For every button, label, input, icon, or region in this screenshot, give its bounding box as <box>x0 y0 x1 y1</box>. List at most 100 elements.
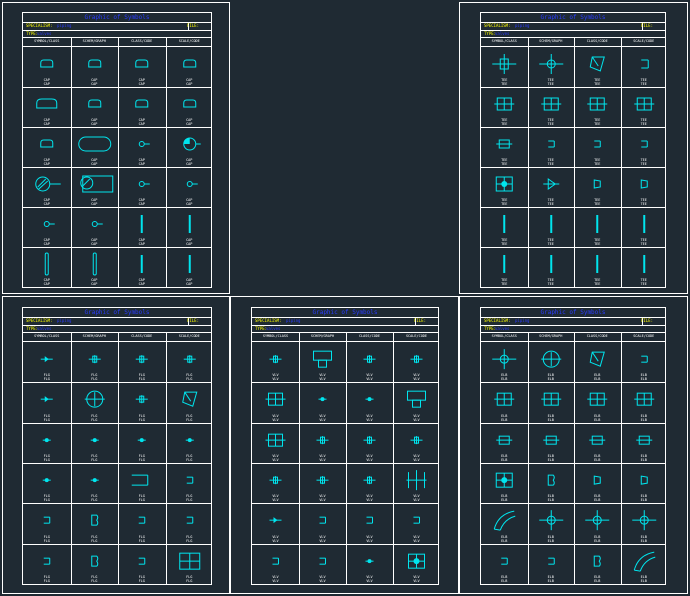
symbol-cell[interactable]: FLG FLG <box>166 544 214 584</box>
symbol-cell[interactable]: VLV VLV <box>299 382 346 422</box>
symbol-cell[interactable]: CAP CAP <box>71 127 119 167</box>
symbol-cell[interactable]: TEE TEE <box>574 47 621 87</box>
symbol-cell[interactable]: FLG FLG <box>118 463 166 503</box>
symbol-cell[interactable]: ELB ELB <box>621 503 668 543</box>
symbol-cell[interactable]: VLV VLV <box>299 342 346 382</box>
symbol-cell[interactable]: VLV VLV <box>252 503 299 543</box>
symbol-cell[interactable]: TEE TEE <box>528 247 575 287</box>
symbol-cell[interactable]: FLG FLG <box>23 342 71 382</box>
symbol-cell[interactable]: FLG FLG <box>166 342 214 382</box>
symbol-cell[interactable]: FLG FLG <box>23 382 71 422</box>
symbol-cell[interactable]: VLV VLV <box>393 463 440 503</box>
symbol-cell[interactable]: FLG FLG <box>71 382 119 422</box>
symbol-cell[interactable]: FLG FLG <box>118 503 166 543</box>
symbol-cell[interactable]: CAP CAP <box>71 207 119 247</box>
symbol-cell[interactable]: VLV VLV <box>393 503 440 543</box>
symbol-cell[interactable]: FLG FLG <box>166 423 214 463</box>
symbol-cell[interactable]: CAP CAP <box>23 247 71 287</box>
symbol-cell[interactable]: ELB ELB <box>481 463 528 503</box>
symbol-cell[interactable]: ELB ELB <box>574 503 621 543</box>
symbol-cell[interactable]: VLV VLV <box>393 382 440 422</box>
symbol-cell[interactable]: TEE TEE <box>528 207 575 247</box>
symbol-cell[interactable]: CAP CAP <box>166 247 214 287</box>
symbol-cell[interactable]: TEE TEE <box>481 247 528 287</box>
symbol-cell[interactable]: TEE TEE <box>574 127 621 167</box>
symbol-cell[interactable]: ELB ELB <box>574 423 621 463</box>
symbol-cell[interactable]: TEE TEE <box>481 167 528 207</box>
symbol-cell[interactable]: ELB ELB <box>621 463 668 503</box>
symbol-cell[interactable]: TEE TEE <box>528 167 575 207</box>
symbol-cell[interactable]: CAP CAP <box>166 127 214 167</box>
symbol-cell[interactable]: TEE TEE <box>621 127 668 167</box>
symbol-cell[interactable]: FLG FLG <box>71 423 119 463</box>
symbol-cell[interactable]: CAP CAP <box>23 87 71 127</box>
symbol-cell[interactable]: TEE TEE <box>528 87 575 127</box>
symbol-cell[interactable]: CAP CAP <box>118 207 166 247</box>
symbol-cell[interactable]: ELB ELB <box>621 382 668 422</box>
symbol-cell[interactable]: ELB ELB <box>528 544 575 584</box>
symbol-cell[interactable]: TEE TEE <box>574 207 621 247</box>
symbol-cell[interactable]: VLV VLV <box>346 544 393 584</box>
symbol-cell[interactable]: ELB ELB <box>481 503 528 543</box>
symbol-cell[interactable]: TEE TEE <box>481 127 528 167</box>
symbol-cell[interactable]: FLG FLG <box>23 463 71 503</box>
symbol-cell[interactable]: VLV VLV <box>252 382 299 422</box>
symbol-cell[interactable]: FLG FLG <box>118 423 166 463</box>
symbol-cell[interactable]: TEE TEE <box>621 207 668 247</box>
symbol-cell[interactable]: TEE TEE <box>574 87 621 127</box>
symbol-cell[interactable]: ELB ELB <box>574 544 621 584</box>
symbol-cell[interactable]: VLV VLV <box>346 503 393 543</box>
symbol-cell[interactable]: VLV VLV <box>346 423 393 463</box>
symbol-cell[interactable]: CAP CAP <box>118 167 166 207</box>
symbol-cell[interactable]: TEE TEE <box>528 47 575 87</box>
symbol-cell[interactable]: ELB ELB <box>481 423 528 463</box>
symbol-cell[interactable]: ELB ELB <box>528 342 575 382</box>
symbol-cell[interactable]: CAP CAP <box>23 127 71 167</box>
symbol-cell[interactable]: FLG FLG <box>166 503 214 543</box>
symbol-cell[interactable]: VLV VLV <box>393 342 440 382</box>
symbol-cell[interactable]: VLV VLV <box>252 423 299 463</box>
symbol-cell[interactable]: FLG FLG <box>23 544 71 584</box>
symbol-cell[interactable]: CAP CAP <box>118 127 166 167</box>
symbol-cell[interactable]: FLG FLG <box>118 382 166 422</box>
symbol-cell[interactable]: VLV VLV <box>299 463 346 503</box>
symbol-cell[interactable]: CAP CAP <box>23 47 71 87</box>
symbol-cell[interactable]: VLV VLV <box>393 423 440 463</box>
symbol-cell[interactable]: ELB ELB <box>528 423 575 463</box>
symbol-cell[interactable]: TEE TEE <box>621 247 668 287</box>
symbol-cell[interactable]: ELB ELB <box>528 503 575 543</box>
symbol-cell[interactable]: VLV VLV <box>252 463 299 503</box>
symbol-cell[interactable]: VLV VLV <box>346 382 393 422</box>
symbol-cell[interactable]: TEE TEE <box>481 47 528 87</box>
symbol-cell[interactable]: ELB ELB <box>481 544 528 584</box>
symbol-cell[interactable]: FLG FLG <box>23 503 71 543</box>
symbol-cell[interactable]: CAP CAP <box>118 87 166 127</box>
symbol-cell[interactable]: FLG FLG <box>118 544 166 584</box>
symbol-cell[interactable]: CAP CAP <box>71 47 119 87</box>
symbol-cell[interactable]: CAP CAP <box>166 47 214 87</box>
symbol-cell[interactable]: ELB ELB <box>621 423 668 463</box>
symbol-cell[interactable]: VLV VLV <box>346 342 393 382</box>
symbol-cell[interactable]: ELB ELB <box>621 342 668 382</box>
symbol-cell[interactable]: TEE TEE <box>481 87 528 127</box>
symbol-cell[interactable]: TEE TEE <box>481 207 528 247</box>
symbol-cell[interactable]: CAP CAP <box>118 247 166 287</box>
symbol-cell[interactable]: TEE TEE <box>574 167 621 207</box>
symbol-cell[interactable]: FLG FLG <box>166 382 214 422</box>
symbol-cell[interactable]: FLG FLG <box>118 342 166 382</box>
symbol-cell[interactable]: FLG FLG <box>71 463 119 503</box>
symbol-cell[interactable]: ELB ELB <box>574 342 621 382</box>
symbol-cell[interactable]: ELB ELB <box>621 544 668 584</box>
symbol-cell[interactable]: VLV VLV <box>393 544 440 584</box>
symbol-cell[interactable]: ELB ELB <box>574 382 621 422</box>
symbol-cell[interactable]: TEE TEE <box>621 87 668 127</box>
symbol-cell[interactable]: TEE TEE <box>621 167 668 207</box>
symbol-cell[interactable]: ELB ELB <box>481 342 528 382</box>
symbol-cell[interactable]: CAP CAP <box>23 167 71 207</box>
symbol-cell[interactable]: CAP CAP <box>23 207 71 247</box>
symbol-cell[interactable]: FLG FLG <box>166 463 214 503</box>
symbol-cell[interactable]: CAP CAP <box>71 87 119 127</box>
symbol-cell[interactable]: FLG FLG <box>71 503 119 543</box>
symbol-cell[interactable]: FLG FLG <box>71 342 119 382</box>
symbol-cell[interactable]: FLG FLG <box>71 544 119 584</box>
